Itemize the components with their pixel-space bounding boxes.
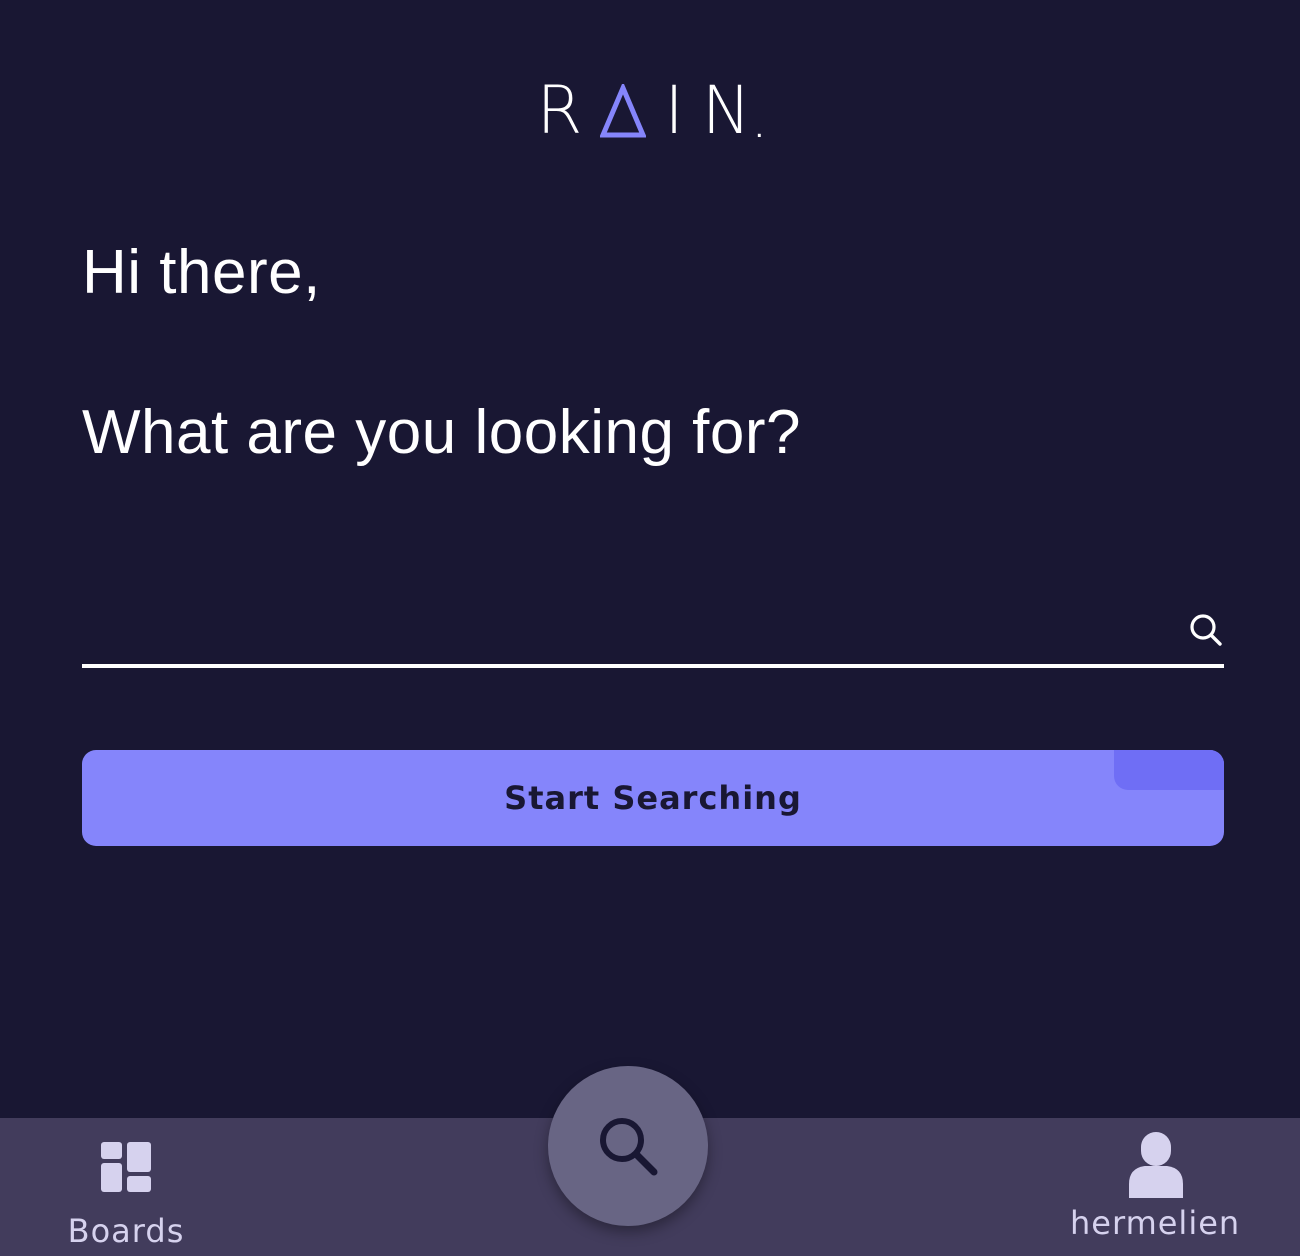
rain-logo: R I N . — [536, 72, 764, 149]
nav-label-boards: Boards — [67, 1212, 185, 1250]
question-heading: What are you looking for? — [82, 398, 801, 467]
logo-triangle-icon — [600, 84, 647, 138]
user-icon — [1129, 1132, 1183, 1198]
search-fab-button[interactable] — [548, 1066, 708, 1226]
search-field — [82, 596, 1224, 668]
nav-label-username: hermelien — [1070, 1204, 1241, 1242]
app-screen: R I N . Hi there, What are you looking f… — [0, 0, 1300, 1256]
search-input[interactable] — [82, 604, 1146, 658]
search-icon — [600, 1118, 658, 1176]
search-icon[interactable] — [1188, 612, 1224, 648]
boards-icon — [101, 1142, 151, 1192]
nav-item-profile[interactable]: hermelien — [1070, 1118, 1240, 1256]
nav-item-boards[interactable]: Boards — [60, 1118, 192, 1256]
start-searching-button[interactable]: Start Searching — [82, 750, 1224, 846]
greeting-heading: Hi there, — [82, 238, 321, 307]
start-searching-label: Start Searching — [504, 779, 802, 817]
